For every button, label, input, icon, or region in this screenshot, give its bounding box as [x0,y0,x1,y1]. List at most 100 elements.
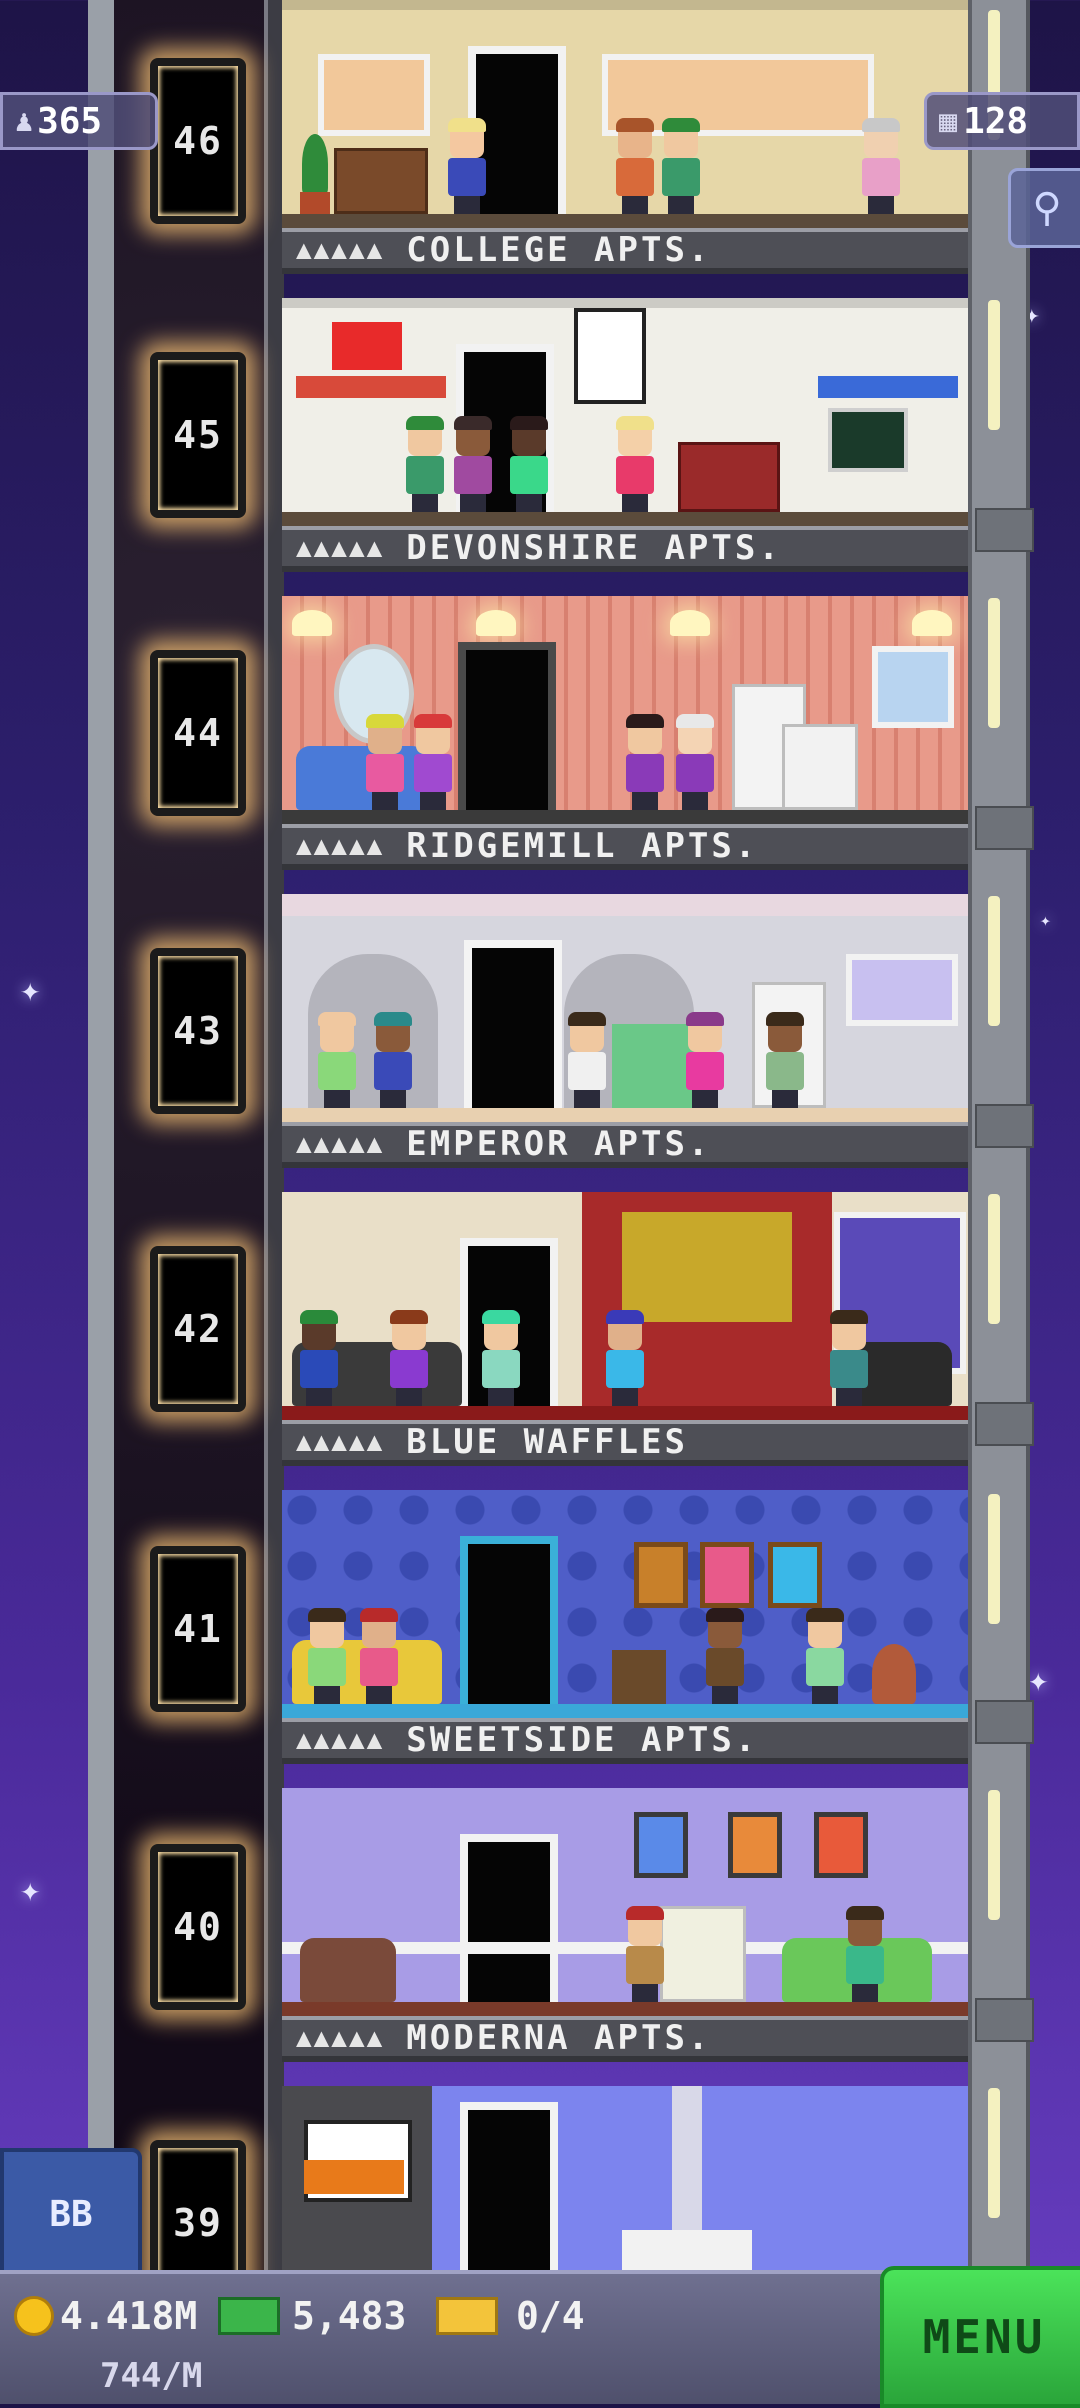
flower-vase [872,1644,916,1704]
star-decoration: ✦ [20,1870,41,1910]
side-table [612,1650,666,1704]
bitbook-button[interactable]: BB [0,2148,142,2280]
menu-label: MENU [922,2310,1046,2364]
resident[interactable] [658,118,704,214]
tickets-display[interactable]: 0/4 [436,2294,585,2338]
resident[interactable] [622,1906,668,2002]
resident[interactable] [622,714,668,810]
resident[interactable] [702,1608,748,1704]
floor-name: BLUE WAFFLES [406,1422,688,1462]
resident[interactable] [304,1608,350,1704]
floor-name-bar[interactable]: ▲▲▲▲▲ SWEETSIDE APTS. [282,1718,968,1764]
floorboard [282,512,968,526]
occupancy-indicator: ▲▲▲▲▲ [296,235,385,265]
cabinet [334,148,428,214]
occupancy-indicator: ▲▲▲▲▲ [296,1129,385,1159]
resident[interactable] [386,1310,432,1406]
resident[interactable] [672,714,718,810]
fireplace [622,2230,752,2270]
floor-name-bar[interactable]: ▲▲▲▲▲ BLUE WAFFLES [282,1420,968,1466]
elevator-door-46[interactable]: 46 [150,58,246,224]
wall-light [988,1194,1000,1324]
floor-number: 44 [173,711,223,755]
computer-desk [660,1906,746,2002]
plant [302,134,328,194]
elevator-door-41[interactable]: 41 [150,1546,246,1712]
floor-43-room[interactable] [282,894,968,1122]
resident[interactable] [450,416,496,512]
ceiling-lamp [476,610,516,636]
floor-name-bar[interactable]: ▲▲▲▲▲ MODERNA APTS. [282,2016,968,2062]
resident[interactable] [762,1012,808,1108]
resident[interactable] [802,1608,848,1704]
resident[interactable] [478,1310,524,1406]
elevator-door-45[interactable]: 45 [150,352,246,518]
floor-name-bar[interactable]: ▲▲▲▲▲ RIDGEMILL APTS. [282,824,968,870]
apartment-door [460,2102,558,2270]
resident[interactable] [612,118,658,214]
apartment-door [460,1834,558,2002]
resident[interactable] [564,1012,610,1108]
floor-name-bar[interactable]: ▲▲▲▲▲ COLLEGE APTS. [282,228,968,274]
building-icon: ▦ [939,103,958,139]
wall-light [988,896,1000,1026]
resident[interactable] [356,1608,402,1704]
occupancy-indicator: ▲▲▲▲▲ [296,2023,385,2053]
floor-number: 46 [173,119,223,163]
elevator-door-43[interactable]: 43 [150,948,246,1114]
resident[interactable] [444,118,490,214]
floor-41[interactable]: ▲▲▲▲▲ SWEETSIDE APTS. [282,1490,968,1788]
search-button[interactable]: ⚲ [1008,168,1080,248]
floor-42-room[interactable] [282,1192,968,1420]
floor-45-room[interactable] [282,298,968,526]
menu-button[interactable]: MENU [880,2266,1080,2408]
floor-name: COLLEGE APTS. [406,230,712,270]
floor-name-bar[interactable]: ▲▲▲▲▲ EMPEROR APTS. [282,1122,968,1168]
resident[interactable] [314,1012,360,1108]
resident[interactable] [402,416,448,512]
floor-40-room[interactable] [282,1788,968,2016]
elevator-door-40[interactable]: 40 [150,1844,246,2010]
star-decoration: ✦ [1040,910,1051,931]
floor-44[interactable]: ▲▲▲▲▲ RIDGEMILL APTS. [282,596,968,894]
ceiling-lamp [670,610,710,636]
floor-45[interactable]: ▲▲▲▲▲ DEVONSHIRE APTS. [282,298,968,596]
occupancy-indicator: ▲▲▲▲▲ [296,1427,385,1457]
population-counter[interactable]: ♟ 365 [0,92,158,150]
floor-name: MODERNA APTS. [406,2018,712,2058]
coins-display[interactable]: 4.418M [14,2294,197,2338]
coin-rate: 744/M [100,2356,203,2396]
bux-display[interactable]: 5,483 [218,2294,406,2338]
window [318,54,430,136]
floor-39-room[interactable] [282,2086,968,2270]
floor-name-bar[interactable]: ▲▲▲▲▲ DEVONSHIRE APTS. [282,526,968,572]
elevator-door-42[interactable]: 42 [150,1246,246,1412]
floor-39[interactable] [282,2086,968,2270]
resident[interactable] [842,1906,888,2002]
bookshelf [678,442,780,512]
floor-46[interactable]: ▲▲▲▲▲ COLLEGE APTS. [282,0,968,298]
floor-40[interactable]: ▲▲▲▲▲ MODERNA APTS. [282,1788,968,2086]
coin-icon [14,2296,54,2336]
floor-41-room[interactable] [282,1490,968,1718]
floors-counter[interactable]: ▦ 128 [924,92,1080,150]
resident[interactable] [362,714,408,810]
tower-bux-icon [218,2297,280,2335]
ceiling-trim [282,0,968,10]
wall-bracket [975,1104,1034,1148]
resident[interactable] [370,1012,416,1108]
bb-label: BB [49,2193,93,2235]
resident[interactable] [602,1310,648,1406]
floor-43[interactable]: ▲▲▲▲▲ EMPEROR APTS. [282,894,968,1192]
floor-46-room[interactable] [282,0,968,228]
floor-44-room[interactable] [282,596,968,824]
resident[interactable] [506,416,552,512]
resident[interactable] [612,416,658,512]
elevator-door-44[interactable]: 44 [150,650,246,816]
resident[interactable] [410,714,456,810]
resident[interactable] [858,118,904,214]
resident[interactable] [682,1012,728,1108]
floor-42[interactable]: ▲▲▲▲▲ BLUE WAFFLES [282,1192,968,1490]
resident[interactable] [826,1310,872,1406]
resident[interactable] [296,1310,342,1406]
